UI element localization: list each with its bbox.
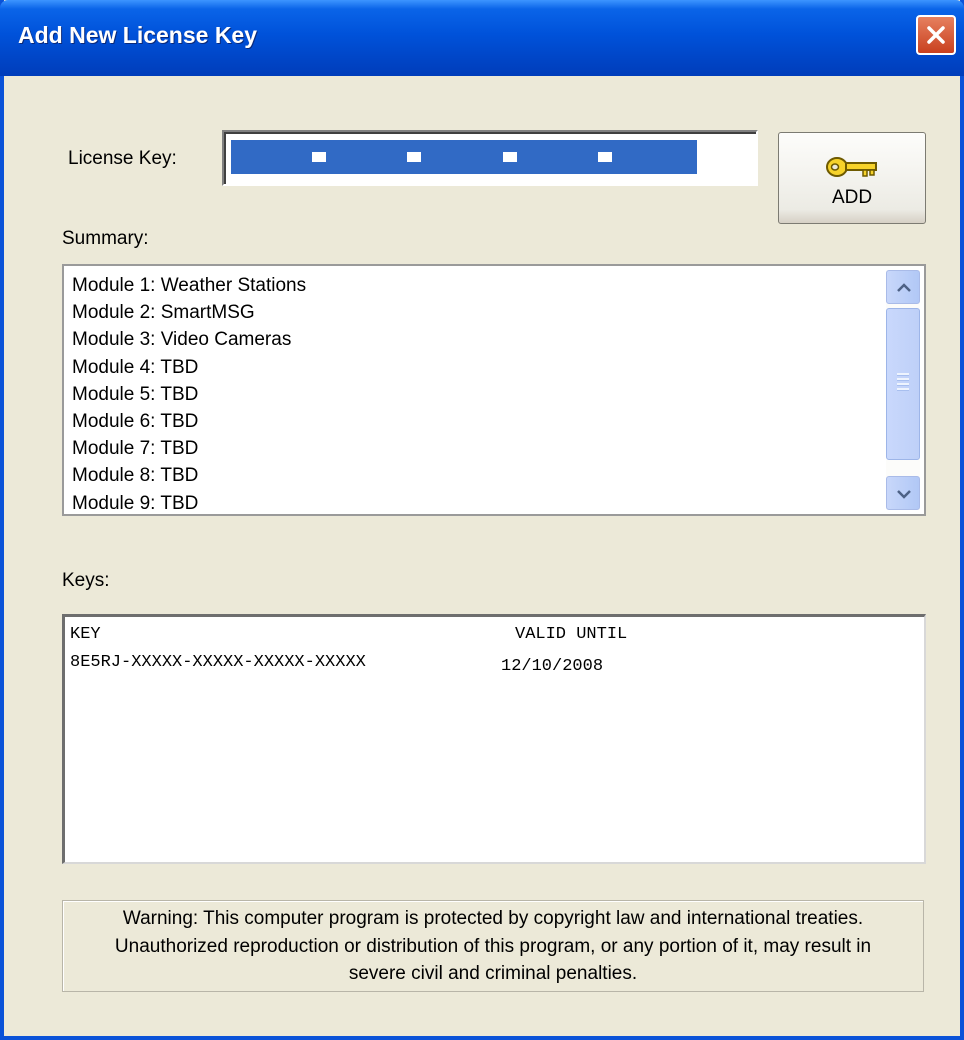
- warning-line: Unauthorized reproduction or distributio…: [114, 935, 872, 957]
- add-button-label: ADD: [831, 187, 873, 208]
- list-item[interactable]: Module 3: Video Cameras: [72, 326, 878, 353]
- title-bar[interactable]: Add New License Key: [0, 0, 964, 76]
- list-item[interactable]: Module 7: TBD: [72, 435, 878, 462]
- scroll-grip-line: [897, 383, 909, 386]
- key-segment-separator: [407, 152, 421, 162]
- license-key-input[interactable]: [222, 130, 758, 186]
- add-button[interactable]: ADD: [778, 132, 926, 224]
- keys-header-key: KEY: [70, 625, 101, 644]
- license-key-input-frame: [224, 132, 756, 184]
- warning-line: severe civil and criminal penalties.: [348, 963, 638, 984]
- close-x-icon: [927, 26, 945, 44]
- scroll-down-button[interactable]: [886, 476, 920, 510]
- keys-textbox[interactable]: KEY VALID UNTIL 8E5RJ-XXXXX-XXXXX-XXXXX-…: [62, 614, 926, 864]
- warning-line: Warning: This computer program is protec…: [122, 908, 864, 929]
- scroll-thumb[interactable]: [886, 308, 920, 460]
- license-key-selection: [231, 140, 697, 174]
- copyright-warning: Warning: This computer program is protec…: [62, 900, 924, 992]
- close-button[interactable]: [916, 15, 956, 55]
- keys-label: Keys:: [62, 570, 110, 591]
- chevron-up-icon: [897, 283, 911, 292]
- list-item[interactable]: Module 1: Weather Stations: [72, 272, 878, 299]
- summary-label: Summary:: [62, 228, 149, 249]
- key-valid-until: 12/10/2008: [501, 657, 604, 676]
- chevron-down-icon: [897, 490, 911, 499]
- list-item[interactable]: Module 4: TBD: [72, 354, 878, 381]
- add-license-key-dialog: Add New License Key License Key: ADD Sum…: [0, 0, 964, 1040]
- keys-header-valid-until: VALID UNTIL: [515, 625, 628, 644]
- scroll-grip-line: [897, 388, 909, 391]
- summary-list: Module 1: Weather Stations Module 2: Sma…: [72, 272, 878, 514]
- license-key-label: License Key:: [68, 148, 177, 169]
- key-segment-separator: [503, 152, 517, 162]
- summary-scrollbar[interactable]: [886, 270, 920, 510]
- scroll-up-button[interactable]: [886, 270, 920, 304]
- key-segment-separator: [598, 152, 612, 162]
- scroll-grip-line: [897, 378, 909, 381]
- list-item[interactable]: Module 9: TBD: [72, 490, 878, 514]
- window-title: Add New License Key: [18, 22, 258, 48]
- list-item[interactable]: Module 6: TBD: [72, 408, 878, 435]
- key-value: 8E5RJ-XXXXX-XXXXX-XXXXX-XXXXX: [70, 653, 366, 672]
- list-item[interactable]: Module 5: TBD: [72, 381, 878, 408]
- key-icon: [826, 157, 877, 177]
- list-item[interactable]: Module 2: SmartMSG: [72, 299, 878, 326]
- summary-listbox[interactable]: Module 1: Weather Stations Module 2: Sma…: [62, 264, 926, 516]
- list-item[interactable]: Module 8: TBD: [72, 462, 878, 489]
- scroll-grip-line: [897, 373, 909, 376]
- key-segment-separator: [312, 152, 326, 162]
